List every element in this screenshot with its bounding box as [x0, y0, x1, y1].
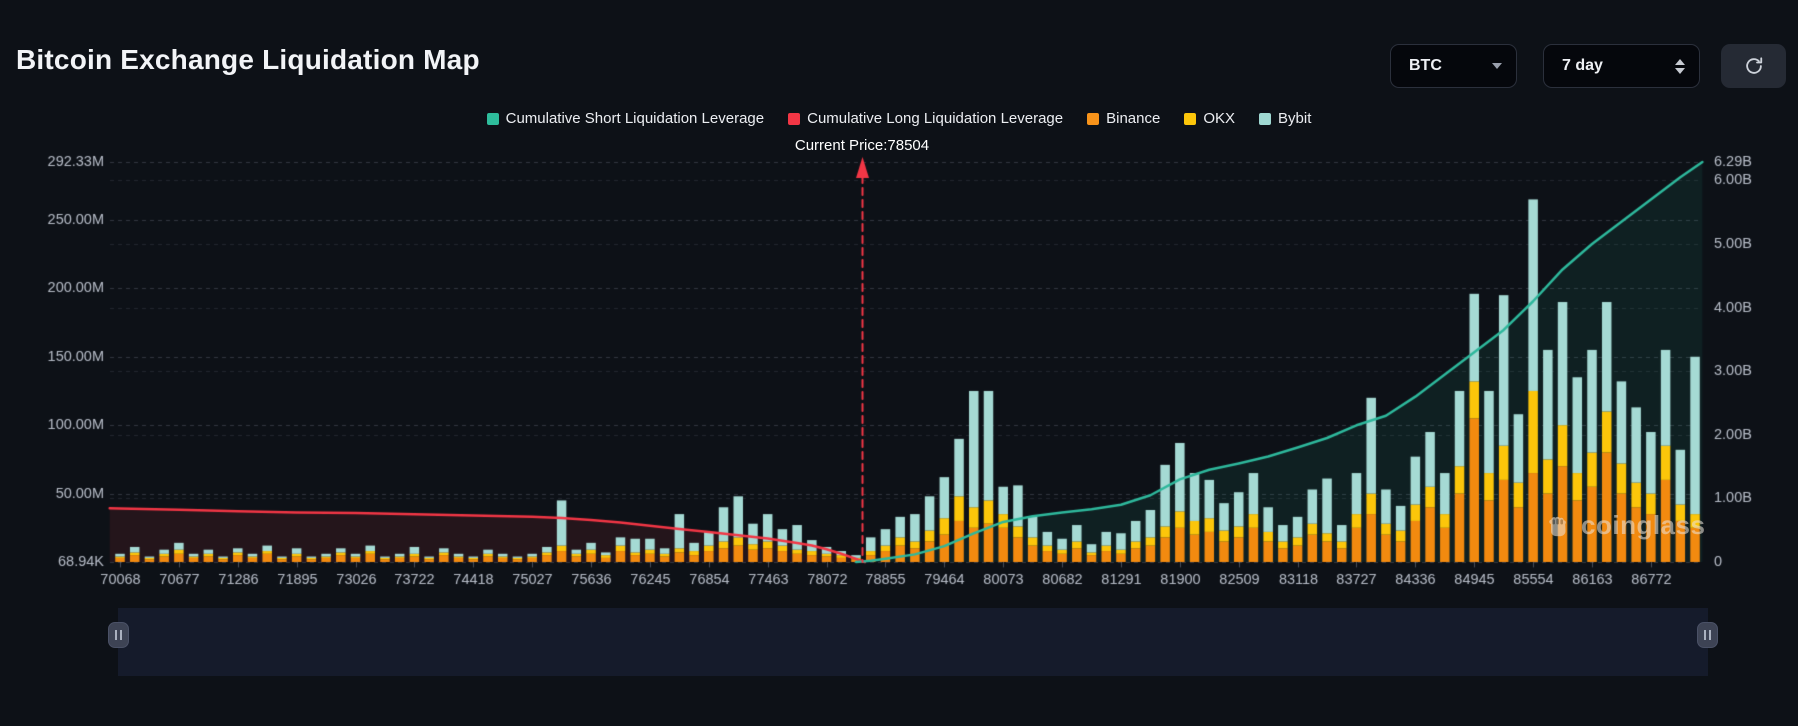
- pause-icon: [120, 630, 122, 640]
- page-title: Bitcoin Exchange Liquidation Map: [16, 44, 480, 76]
- navigator-scrollbar[interactable]: [118, 608, 1708, 676]
- legend-item-long[interactable]: Cumulative Long Liquidation Leverage: [788, 110, 1063, 127]
- legend-label: Cumulative Short Liquidation Leverage: [506, 110, 765, 127]
- legend-item-short[interactable]: Cumulative Short Liquidation Leverage: [487, 110, 765, 127]
- period-select-value: 7 day: [1562, 57, 1603, 75]
- liquidation-map-page: Bitcoin Exchange Liquidation Map BTC 7 d…: [0, 0, 1798, 726]
- pause-icon: [1704, 630, 1706, 640]
- current-price-label: Current Price:78504: [795, 137, 929, 154]
- period-select[interactable]: 7 day: [1543, 44, 1700, 88]
- navigator-right-handle[interactable]: [1697, 622, 1718, 648]
- legend-label: Cumulative Long Liquidation Leverage: [807, 110, 1063, 127]
- navigator-left-handle[interactable]: [108, 622, 129, 648]
- symbol-select[interactable]: BTC: [1390, 44, 1517, 88]
- legend-swatch-binance: [1087, 113, 1099, 125]
- legend-swatch-okx: [1184, 113, 1196, 125]
- legend-label: Binance: [1106, 110, 1160, 127]
- legend-item-binance[interactable]: Binance: [1087, 110, 1160, 127]
- legend-swatch-long: [788, 113, 800, 125]
- pause-icon: [1709, 630, 1711, 640]
- legend-item-bybit[interactable]: Bybit: [1259, 110, 1311, 127]
- caret-down-icon: [1492, 63, 1502, 69]
- chart-legend: Cumulative Short Liquidation Leverage Cu…: [0, 110, 1798, 127]
- pause-icon: [115, 630, 117, 640]
- legend-label: OKX: [1203, 110, 1235, 127]
- refresh-icon: [1743, 55, 1765, 77]
- refresh-button[interactable]: [1721, 44, 1786, 88]
- legend-label: Bybit: [1278, 110, 1311, 127]
- symbol-select-value: BTC: [1409, 57, 1442, 75]
- legend-swatch-bybit: [1259, 113, 1271, 125]
- legend-item-okx[interactable]: OKX: [1184, 110, 1235, 127]
- up-down-spinner-icon: [1675, 59, 1685, 74]
- legend-swatch-short: [487, 113, 499, 125]
